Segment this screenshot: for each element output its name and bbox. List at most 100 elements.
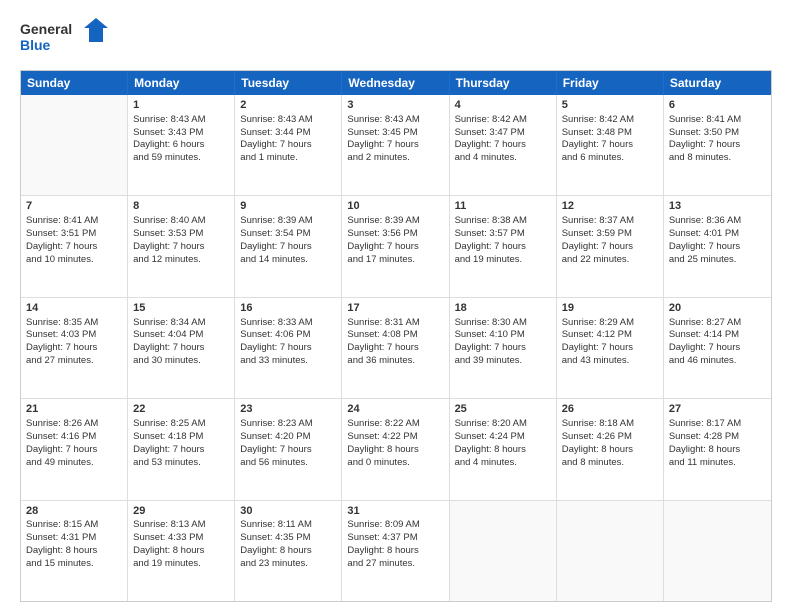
calendar-cell: 8Sunrise: 8:40 AM Sunset: 3:53 PM Daylig… <box>128 196 235 296</box>
day-info: Sunrise: 8:37 AM Sunset: 3:59 PM Dayligh… <box>562 215 634 264</box>
calendar-cell: 3Sunrise: 8:43 AM Sunset: 3:45 PM Daylig… <box>342 95 449 195</box>
day-info: Sunrise: 8:36 AM Sunset: 4:01 PM Dayligh… <box>669 215 741 264</box>
day-number: 16 <box>240 301 336 316</box>
day-number: 29 <box>133 504 229 519</box>
calendar-cell: 20Sunrise: 8:27 AM Sunset: 4:14 PM Dayli… <box>664 298 771 398</box>
day-info: Sunrise: 8:34 AM Sunset: 4:04 PM Dayligh… <box>133 317 205 366</box>
calendar: SundayMondayTuesdayWednesdayThursdayFrid… <box>20 70 772 602</box>
svg-text:Blue: Blue <box>20 37 51 53</box>
calendar-cell-empty <box>450 501 557 601</box>
calendar-header-cell: Wednesday <box>342 71 449 95</box>
calendar-header: SundayMondayTuesdayWednesdayThursdayFrid… <box>21 71 771 95</box>
day-number: 24 <box>347 402 443 417</box>
calendar-cell: 30Sunrise: 8:11 AM Sunset: 4:35 PM Dayli… <box>235 501 342 601</box>
calendar-cell: 27Sunrise: 8:17 AM Sunset: 4:28 PM Dayli… <box>664 399 771 499</box>
day-number: 5 <box>562 98 658 113</box>
page-header: General Blue <box>20 16 772 60</box>
day-number: 21 <box>26 402 122 417</box>
calendar-week-row: 1Sunrise: 8:43 AM Sunset: 3:43 PM Daylig… <box>21 95 771 196</box>
calendar-cell: 25Sunrise: 8:20 AM Sunset: 4:24 PM Dayli… <box>450 399 557 499</box>
day-number: 19 <box>562 301 658 316</box>
calendar-cell: 26Sunrise: 8:18 AM Sunset: 4:26 PM Dayli… <box>557 399 664 499</box>
day-number: 9 <box>240 199 336 214</box>
calendar-cell: 11Sunrise: 8:38 AM Sunset: 3:57 PM Dayli… <box>450 196 557 296</box>
calendar-cell: 13Sunrise: 8:36 AM Sunset: 4:01 PM Dayli… <box>664 196 771 296</box>
calendar-week-row: 14Sunrise: 8:35 AM Sunset: 4:03 PM Dayli… <box>21 298 771 399</box>
day-info: Sunrise: 8:22 AM Sunset: 4:22 PM Dayligh… <box>347 418 419 467</box>
day-info: Sunrise: 8:41 AM Sunset: 3:50 PM Dayligh… <box>669 114 741 163</box>
calendar-page: General Blue SundayMondayTuesdayWednesda… <box>0 0 792 612</box>
calendar-week-row: 21Sunrise: 8:26 AM Sunset: 4:16 PM Dayli… <box>21 399 771 500</box>
day-info: Sunrise: 8:23 AM Sunset: 4:20 PM Dayligh… <box>240 418 312 467</box>
day-number: 28 <box>26 504 122 519</box>
day-info: Sunrise: 8:31 AM Sunset: 4:08 PM Dayligh… <box>347 317 419 366</box>
calendar-week-row: 7Sunrise: 8:41 AM Sunset: 3:51 PM Daylig… <box>21 196 771 297</box>
day-number: 27 <box>669 402 766 417</box>
day-info: Sunrise: 8:40 AM Sunset: 3:53 PM Dayligh… <box>133 215 205 264</box>
calendar-cell: 14Sunrise: 8:35 AM Sunset: 4:03 PM Dayli… <box>21 298 128 398</box>
day-number: 6 <box>669 98 766 113</box>
calendar-header-cell: Tuesday <box>235 71 342 95</box>
calendar-header-cell: Saturday <box>664 71 771 95</box>
day-info: Sunrise: 8:26 AM Sunset: 4:16 PM Dayligh… <box>26 418 98 467</box>
day-info: Sunrise: 8:39 AM Sunset: 3:56 PM Dayligh… <box>347 215 419 264</box>
day-number: 3 <box>347 98 443 113</box>
calendar-cell: 16Sunrise: 8:33 AM Sunset: 4:06 PM Dayli… <box>235 298 342 398</box>
day-number: 17 <box>347 301 443 316</box>
logo-svg: General Blue <box>20 16 110 60</box>
calendar-header-cell: Monday <box>128 71 235 95</box>
day-info: Sunrise: 8:42 AM Sunset: 3:47 PM Dayligh… <box>455 114 527 163</box>
day-info: Sunrise: 8:29 AM Sunset: 4:12 PM Dayligh… <box>562 317 634 366</box>
day-number: 4 <box>455 98 551 113</box>
calendar-cell: 7Sunrise: 8:41 AM Sunset: 3:51 PM Daylig… <box>21 196 128 296</box>
day-info: Sunrise: 8:43 AM Sunset: 3:43 PM Dayligh… <box>133 114 205 163</box>
day-number: 23 <box>240 402 336 417</box>
day-info: Sunrise: 8:27 AM Sunset: 4:14 PM Dayligh… <box>669 317 741 366</box>
calendar-cell: 10Sunrise: 8:39 AM Sunset: 3:56 PM Dayli… <box>342 196 449 296</box>
day-info: Sunrise: 8:17 AM Sunset: 4:28 PM Dayligh… <box>669 418 741 467</box>
day-number: 30 <box>240 504 336 519</box>
calendar-cell: 24Sunrise: 8:22 AM Sunset: 4:22 PM Dayli… <box>342 399 449 499</box>
day-number: 18 <box>455 301 551 316</box>
calendar-week-row: 28Sunrise: 8:15 AM Sunset: 4:31 PM Dayli… <box>21 501 771 601</box>
day-info: Sunrise: 8:39 AM Sunset: 3:54 PM Dayligh… <box>240 215 312 264</box>
day-info: Sunrise: 8:33 AM Sunset: 4:06 PM Dayligh… <box>240 317 312 366</box>
day-number: 31 <box>347 504 443 519</box>
day-number: 2 <box>240 98 336 113</box>
day-info: Sunrise: 8:11 AM Sunset: 4:35 PM Dayligh… <box>240 519 312 568</box>
day-number: 12 <box>562 199 658 214</box>
calendar-cell: 6Sunrise: 8:41 AM Sunset: 3:50 PM Daylig… <box>664 95 771 195</box>
calendar-body: 1Sunrise: 8:43 AM Sunset: 3:43 PM Daylig… <box>21 95 771 601</box>
calendar-cell: 31Sunrise: 8:09 AM Sunset: 4:37 PM Dayli… <box>342 501 449 601</box>
calendar-header-cell: Thursday <box>450 71 557 95</box>
calendar-cell: 17Sunrise: 8:31 AM Sunset: 4:08 PM Dayli… <box>342 298 449 398</box>
day-number: 1 <box>133 98 229 113</box>
calendar-cell: 15Sunrise: 8:34 AM Sunset: 4:04 PM Dayli… <box>128 298 235 398</box>
calendar-cell: 9Sunrise: 8:39 AM Sunset: 3:54 PM Daylig… <box>235 196 342 296</box>
calendar-cell: 12Sunrise: 8:37 AM Sunset: 3:59 PM Dayli… <box>557 196 664 296</box>
day-number: 15 <box>133 301 229 316</box>
day-info: Sunrise: 8:43 AM Sunset: 3:45 PM Dayligh… <box>347 114 419 163</box>
day-number: 22 <box>133 402 229 417</box>
calendar-cell: 18Sunrise: 8:30 AM Sunset: 4:10 PM Dayli… <box>450 298 557 398</box>
day-number: 13 <box>669 199 766 214</box>
calendar-cell-empty <box>21 95 128 195</box>
day-number: 7 <box>26 199 122 214</box>
day-info: Sunrise: 8:09 AM Sunset: 4:37 PM Dayligh… <box>347 519 419 568</box>
day-info: Sunrise: 8:41 AM Sunset: 3:51 PM Dayligh… <box>26 215 98 264</box>
calendar-cell: 22Sunrise: 8:25 AM Sunset: 4:18 PM Dayli… <box>128 399 235 499</box>
calendar-cell: 19Sunrise: 8:29 AM Sunset: 4:12 PM Dayli… <box>557 298 664 398</box>
calendar-cell: 5Sunrise: 8:42 AM Sunset: 3:48 PM Daylig… <box>557 95 664 195</box>
day-info: Sunrise: 8:35 AM Sunset: 4:03 PM Dayligh… <box>26 317 98 366</box>
logo: General Blue <box>20 16 110 60</box>
day-number: 26 <box>562 402 658 417</box>
day-number: 20 <box>669 301 766 316</box>
calendar-cell: 1Sunrise: 8:43 AM Sunset: 3:43 PM Daylig… <box>128 95 235 195</box>
day-info: Sunrise: 8:25 AM Sunset: 4:18 PM Dayligh… <box>133 418 205 467</box>
day-number: 25 <box>455 402 551 417</box>
calendar-cell-empty <box>557 501 664 601</box>
day-number: 10 <box>347 199 443 214</box>
calendar-cell: 29Sunrise: 8:13 AM Sunset: 4:33 PM Dayli… <box>128 501 235 601</box>
day-info: Sunrise: 8:42 AM Sunset: 3:48 PM Dayligh… <box>562 114 634 163</box>
day-number: 8 <box>133 199 229 214</box>
